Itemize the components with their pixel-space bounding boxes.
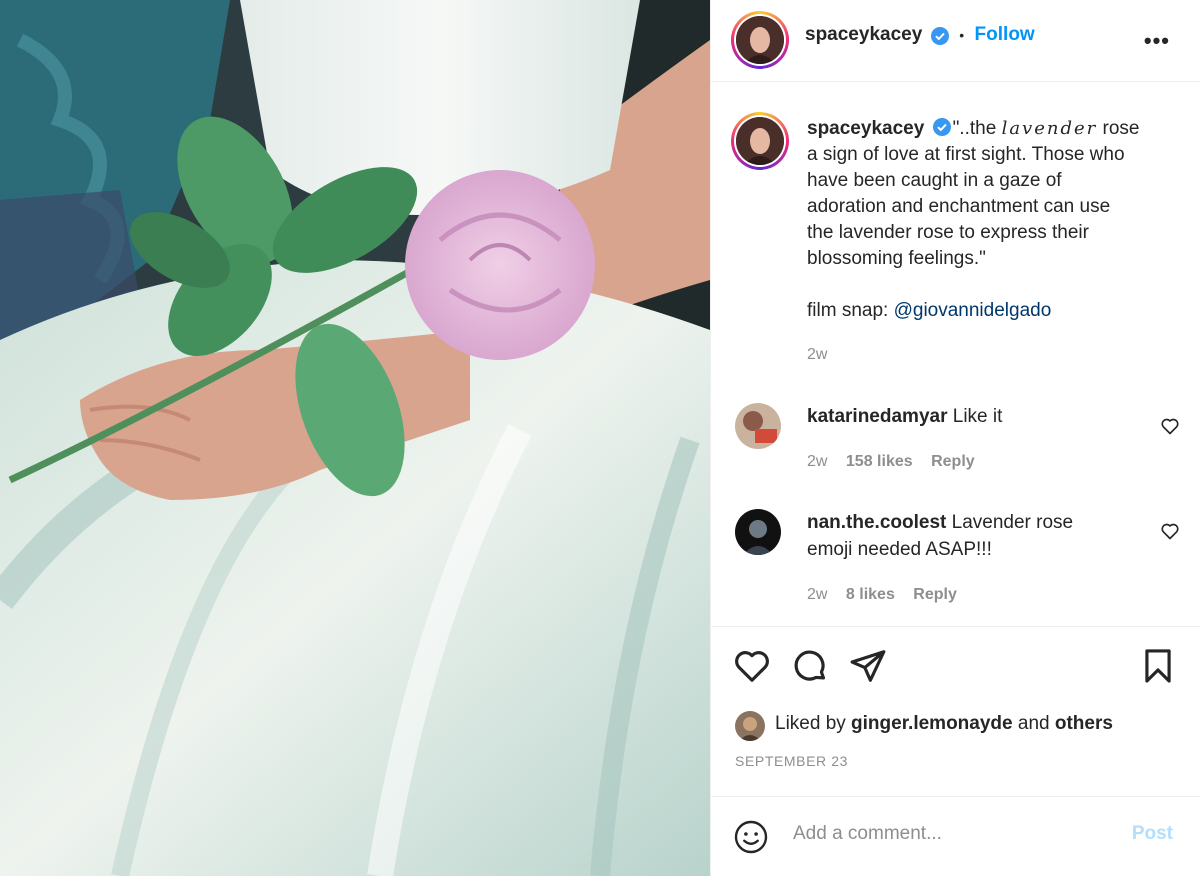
- comment-likes[interactable]: 158 likes: [846, 453, 913, 470]
- liker-avatar[interactable]: [735, 711, 765, 741]
- comment-item: nan.the.coolest Lavender rose emoji need…: [807, 509, 1147, 608]
- comment-username[interactable]: nan.the.coolest: [807, 512, 946, 533]
- likes-and: and: [1012, 713, 1055, 734]
- comment-avatar[interactable]: [735, 509, 781, 555]
- caption-line-2: a sign of love at first sight. Those who: [807, 144, 1125, 165]
- header-separator: •: [959, 27, 965, 43]
- credit-label: film snap:: [807, 300, 894, 321]
- comment-meta: 2w 8 likes Reply: [807, 581, 1147, 608]
- caption-credit: film snap: @giovannidelgado: [807, 298, 1177, 324]
- likes-others-link[interactable]: others: [1055, 713, 1113, 734]
- post-actions: Liked by ginger.lemonayde and others SEP…: [711, 626, 1200, 769]
- comment-input[interactable]: Add a comment...: [793, 823, 942, 845]
- comment-item: katarinedamyar Like it 2w 158 likes Repl…: [807, 403, 1147, 475]
- comment-time[interactable]: 2w: [807, 453, 827, 470]
- bookmark-icon[interactable]: [1139, 647, 1177, 685]
- comment-likes[interactable]: 8 likes: [846, 586, 895, 603]
- likes-prefix: Liked by: [775, 713, 852, 734]
- liker-username[interactable]: ginger.lemonayde: [851, 713, 1013, 734]
- credit-mention-link[interactable]: @giovannidelgado: [894, 300, 1052, 321]
- caption-fancy-word: lavender: [1001, 118, 1098, 139]
- caption-line-1: spaceykacey "..the lavender rose: [807, 116, 1177, 142]
- comment-time[interactable]: 2w: [807, 586, 827, 603]
- comment-text: Lavender rose: [951, 512, 1074, 533]
- caption-line-4: adoration and enchantment can use: [807, 196, 1111, 217]
- comment-reply-button[interactable]: Reply: [931, 453, 975, 470]
- caption-line-6: blossoming feelings.": [807, 248, 986, 269]
- comment-composer: Add a comment... Post: [711, 796, 1200, 877]
- post-side-panel: spaceykacey • Follow ••• spaceykacey "..…: [710, 0, 1200, 876]
- comment-meta: 2w 158 likes Reply: [807, 448, 1147, 475]
- post-caption: spaceykacey "..the lavender rose a sign …: [807, 116, 1177, 368]
- comment-avatar[interactable]: [735, 403, 781, 449]
- author-avatar[interactable]: [731, 11, 789, 69]
- emoji-icon[interactable]: [733, 819, 769, 855]
- caption-line-5: the lavender rose to express their: [807, 222, 1089, 243]
- post-comment-button[interactable]: Post: [1132, 823, 1173, 845]
- comment-text-continued: emoji needed ASAP!!!: [807, 539, 992, 560]
- verified-badge-icon: [932, 118, 951, 137]
- post-header: spaceykacey • Follow •••: [711, 0, 1200, 82]
- comment-reply-button[interactable]: Reply: [913, 586, 957, 603]
- caption-timestamp[interactable]: 2w: [807, 342, 1177, 368]
- more-icon[interactable]: •••: [1144, 28, 1170, 54]
- photo-image: [0, 0, 710, 876]
- comment-username[interactable]: katarinedamyar: [807, 406, 947, 427]
- likes-summary: Liked by ginger.lemonayde and others: [775, 713, 1113, 735]
- comment-like-heart-icon[interactable]: [1160, 416, 1180, 436]
- follow-button[interactable]: Follow: [975, 24, 1035, 45]
- post-photo[interactable]: [0, 0, 710, 876]
- caption-text-start: "..the: [952, 118, 1002, 139]
- verified-badge-icon: [930, 26, 949, 45]
- caption-line-3: have been caught in a gaze of: [807, 170, 1062, 191]
- caption-avatar[interactable]: [731, 112, 789, 170]
- share-icon[interactable]: [849, 647, 887, 685]
- header-user-line: spaceykacey • Follow: [805, 24, 1035, 46]
- comment-text: Like it: [952, 406, 1003, 427]
- heart-icon[interactable]: [733, 647, 771, 685]
- post-date[interactable]: SEPTEMBER 23: [735, 753, 848, 769]
- author-username[interactable]: spaceykacey: [805, 24, 922, 45]
- caption-text-rose: rose: [1097, 118, 1140, 139]
- comment-icon[interactable]: [791, 647, 829, 685]
- caption-username[interactable]: spaceykacey: [807, 118, 924, 139]
- comment-like-heart-icon[interactable]: [1160, 521, 1180, 541]
